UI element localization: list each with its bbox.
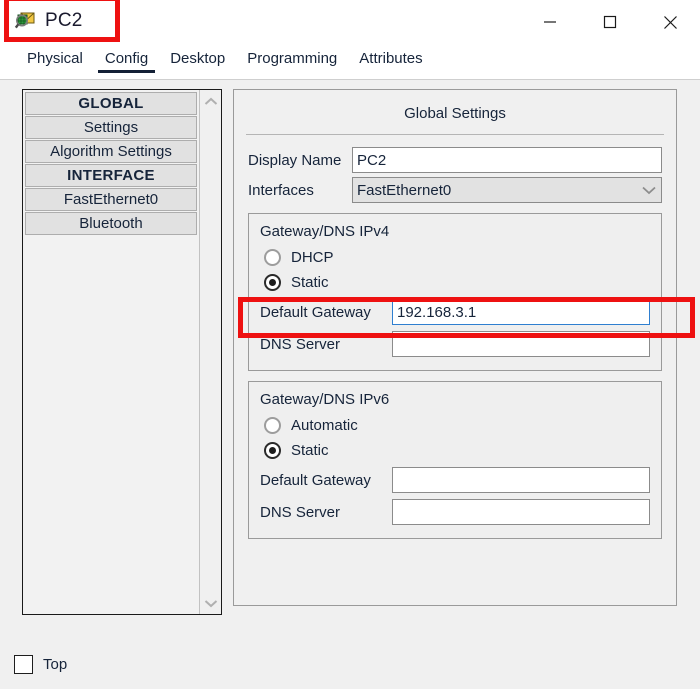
gateway-dns-ipv6-group: Gateway/DNS IPv6 Automatic Static Defaul… xyxy=(248,381,662,539)
global-settings-panel: Global Settings Display Name PC2 Interfa… xyxy=(233,89,677,606)
bottom-bar: Top xyxy=(0,640,700,689)
minimize-button[interactable] xyxy=(520,0,580,44)
minimize-icon xyxy=(544,21,556,23)
ipv4-group-title: Gateway/DNS IPv4 xyxy=(260,223,390,240)
window-title-group: PC2 xyxy=(14,6,83,36)
ipv6-static-radio-row[interactable]: Static xyxy=(260,438,650,463)
ipv4-dns-server-row: DNS Server xyxy=(260,329,650,359)
tab-desktop[interactable]: Desktop xyxy=(159,44,236,75)
tab-strip: Physical Config Desktop Programming Attr… xyxy=(0,44,700,80)
interfaces-select[interactable]: FastEthernet0 xyxy=(352,177,662,203)
top-checkbox-label: Top xyxy=(43,656,68,673)
ipv6-automatic-label: Automatic xyxy=(291,417,358,434)
packet-tracer-device-window: PC2 Physical Config Desktop Programming … xyxy=(0,0,700,689)
ipv6-default-gateway-input[interactable] xyxy=(392,467,650,493)
top-checkbox-row[interactable]: Top xyxy=(14,655,67,674)
ipv4-default-gateway-row: Default Gateway 192.168.3.1 xyxy=(260,297,650,327)
sidebar-item-fastethernet0[interactable]: FastEthernet0 xyxy=(25,188,197,211)
ipv6-default-gateway-label: Default Gateway xyxy=(260,471,371,489)
tab-programming[interactable]: Programming xyxy=(236,44,348,75)
close-icon xyxy=(663,15,677,29)
sidebar-item-settings[interactable]: Settings xyxy=(25,116,197,139)
sidebar-item-algorithm-settings[interactable]: Algorithm Settings xyxy=(25,140,197,163)
ipv4-dhcp-radio-row[interactable]: DHCP xyxy=(260,245,650,270)
ipv4-static-radio[interactable] xyxy=(264,274,281,291)
sidebar-item-global[interactable]: GLOBAL xyxy=(25,92,197,115)
ipv4-default-gateway-input[interactable]: 192.168.3.1 xyxy=(392,299,650,325)
close-button[interactable] xyxy=(640,0,700,44)
config-content-area: GLOBAL Settings Algorithm Settings INTER… xyxy=(0,80,700,640)
config-sidebar: GLOBAL Settings Algorithm Settings INTER… xyxy=(22,89,222,615)
window-controls xyxy=(520,0,700,44)
ipv6-automatic-radio-row[interactable]: Automatic xyxy=(260,413,650,438)
interfaces-row: Interfaces FastEthernet0 xyxy=(248,177,662,203)
config-sidebar-list: GLOBAL Settings Algorithm Settings INTER… xyxy=(23,90,199,614)
display-name-row: Display Name PC2 xyxy=(248,147,662,173)
chevron-down-icon xyxy=(641,182,657,199)
tab-physical[interactable]: Physical xyxy=(16,44,94,75)
gateway-dns-ipv4-group: Gateway/DNS IPv4 DHCP Static Default Gat… xyxy=(248,213,662,371)
ipv6-group-title: Gateway/DNS IPv6 xyxy=(260,391,390,408)
ipv6-static-label: Static xyxy=(291,442,329,459)
interfaces-selected-value: FastEthernet0 xyxy=(357,181,452,199)
panel-divider xyxy=(246,134,664,135)
ipv4-dns-server-label: DNS Server xyxy=(260,335,341,353)
ipv4-default-gateway-label: Default Gateway xyxy=(260,303,371,321)
scroll-up-icon[interactable] xyxy=(200,91,221,111)
scroll-down-icon[interactable] xyxy=(200,593,221,613)
sidebar-item-bluetooth[interactable]: Bluetooth xyxy=(25,212,197,235)
display-name-input[interactable]: PC2 xyxy=(352,147,662,173)
ipv6-dns-server-row: DNS Server xyxy=(260,497,650,527)
sidebar-scrollbar[interactable] xyxy=(199,90,221,614)
interfaces-label: Interfaces xyxy=(248,181,314,199)
ipv4-dns-server-input[interactable] xyxy=(392,331,650,357)
ipv4-static-label: Static xyxy=(291,274,329,291)
sidebar-item-interface[interactable]: INTERFACE xyxy=(25,164,197,187)
ipv6-dns-server-label: DNS Server xyxy=(260,503,341,521)
ipv6-default-gateway-row: Default Gateway xyxy=(260,465,650,495)
window-titlebar: PC2 xyxy=(0,0,700,44)
maximize-icon xyxy=(603,15,617,29)
window-title: PC2 xyxy=(45,10,83,31)
top-checkbox[interactable] xyxy=(14,655,33,674)
ipv4-static-radio-row[interactable]: Static xyxy=(260,270,650,295)
tab-attributes[interactable]: Attributes xyxy=(348,44,433,75)
packet-tracer-inspect-icon xyxy=(14,10,36,32)
maximize-button[interactable] xyxy=(580,0,640,44)
ipv6-automatic-radio[interactable] xyxy=(264,417,281,434)
display-name-label: Display Name xyxy=(248,151,342,169)
ipv4-dhcp-radio[interactable] xyxy=(264,249,281,266)
ipv6-static-radio[interactable] xyxy=(264,442,281,459)
panel-title: Global Settings xyxy=(404,105,506,122)
ipv4-dhcp-label: DHCP xyxy=(291,249,334,266)
ipv6-dns-server-input[interactable] xyxy=(392,499,650,525)
tab-config[interactable]: Config xyxy=(94,44,159,75)
